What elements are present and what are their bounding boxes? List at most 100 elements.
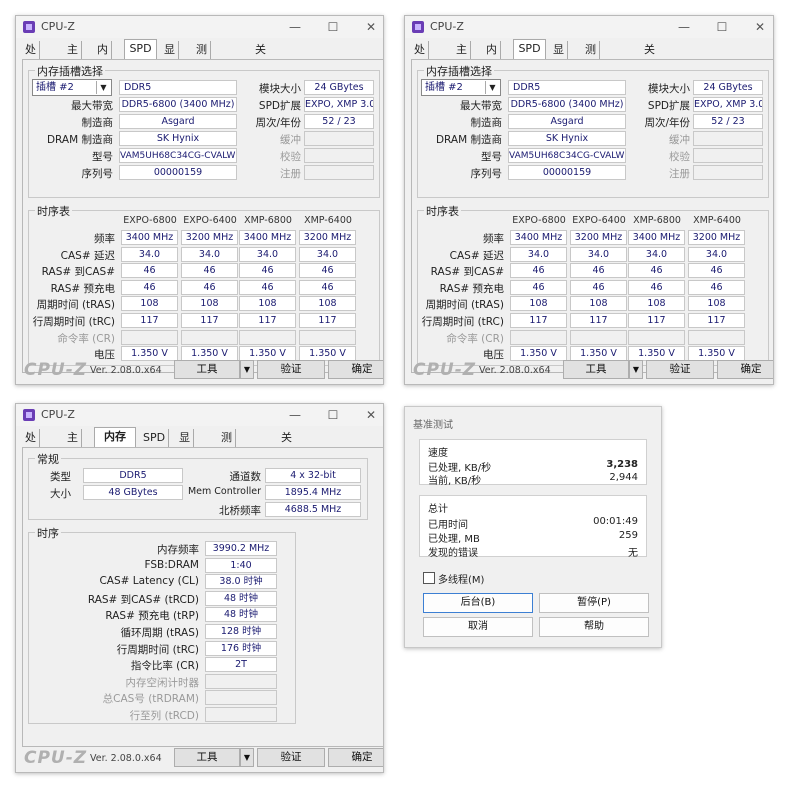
ok-button[interactable]: 确定 — [328, 748, 383, 767]
maximize-button[interactable]: ☐ — [318, 18, 348, 36]
bottom-bar: CPU-Z Ver. 2.08.0.x64 工具 ▼ 验证 确定 — [405, 357, 773, 384]
pause-button[interactable]: 暂停(P) — [539, 593, 649, 613]
tab-memory[interactable]: 内存 — [483, 41, 501, 74]
tab-memory[interactable]: 内存 — [94, 41, 112, 74]
channels-label: 通道数 — [229, 471, 262, 483]
tab-memory[interactable]: 内存 — [94, 427, 136, 447]
tools-button[interactable]: 工具 — [563, 360, 629, 379]
maximize-button[interactable]: ☐ — [318, 406, 348, 424]
ranks-label: 注册 — [280, 168, 301, 180]
title-bar[interactable]: CPU-Z — ☐ ✕ — [405, 16, 773, 38]
tab-bench[interactable]: 测试分数 — [193, 41, 211, 110]
errors-row: 发现的错误 无 — [428, 544, 638, 559]
size-label: 大小 — [50, 488, 71, 500]
timing-cell: 46 — [299, 263, 356, 279]
mem-controller-label: Mem Controller — [187, 486, 261, 497]
tools-button[interactable]: 工具 — [174, 360, 240, 379]
timing-table-title: 时序表 — [424, 203, 461, 219]
timing-cell: 117 — [510, 313, 567, 328]
timing-cell — [570, 329, 627, 345]
tab-mainboard[interactable]: 主板 — [453, 41, 471, 74]
time-row: 已用时间 00:01:49 — [428, 516, 638, 531]
timing-cell: 46 — [121, 279, 178, 295]
close-button[interactable]: ✕ — [745, 18, 773, 36]
tools-dropdown-button[interactable]: ▼ — [629, 360, 643, 379]
buffered-label: 缓冲 — [280, 134, 301, 146]
max-bandwidth-label: 最大带宽 — [71, 100, 113, 112]
timing-column-header: XMP-6400 — [693, 215, 741, 226]
tab-mainboard[interactable]: 主板 — [64, 41, 82, 74]
tab-about[interactable]: 关于 — [252, 41, 269, 74]
bottom-bar: CPU-Z Ver. 2.08.0.x64 工具 ▼ 验证 确定 — [16, 357, 383, 384]
tab-spd[interactable]: SPD — [124, 39, 157, 59]
multithread-label[interactable]: 多线程(M) — [438, 571, 484, 586]
memory-timing-value — [205, 690, 277, 706]
memory-timing-value: 1:40 — [205, 557, 277, 573]
slot-select[interactable]: 插槽 #2 ▼ — [421, 79, 501, 96]
tab-bench[interactable]: 测试分数 — [218, 429, 236, 498]
minimize-button[interactable]: — — [669, 18, 699, 36]
tab-about[interactable]: 关于 — [641, 41, 658, 74]
speed-box: 速度 已处理, KB/秒 3,238 当前, KB/秒 2,944 — [419, 439, 647, 487]
slot-select[interactable]: 插槽 #2 ▼ — [32, 79, 112, 96]
memory-timing-label: 行周期时间 (tRC) — [116, 643, 199, 656]
speed-title: 速度 — [428, 448, 448, 459]
ok-button[interactable]: 确定 — [328, 360, 383, 379]
multithread-checkbox[interactable] — [423, 572, 435, 584]
tab-cpu[interactable]: 处理器 — [22, 429, 40, 480]
tools-dropdown-button[interactable]: ▼ — [240, 360, 254, 379]
tab-spd[interactable]: SPD — [513, 39, 546, 59]
tab-spd[interactable]: SPD — [140, 429, 170, 447]
tab-graphics[interactable]: 显卡 — [161, 41, 179, 74]
minimize-button[interactable]: — — [280, 18, 310, 36]
memory-timing-label: 循环周期 (tRAS) — [120, 627, 199, 639]
validate-button[interactable]: 验证 — [257, 360, 325, 379]
memory-timing-label: CAS# Latency (CL) — [99, 575, 199, 588]
timing-column-header: EXPO-6400 — [183, 215, 237, 226]
close-button[interactable]: ✕ — [356, 18, 383, 36]
timing-cell: 108 — [628, 296, 685, 312]
memory-timing-value: 128 时钟 — [205, 624, 277, 639]
title-bar[interactable]: CPU-Z — ☐ ✕ — [16, 16, 383, 38]
close-button[interactable]: ✕ — [356, 406, 383, 424]
tab-cpu[interactable]: 处理器 — [22, 41, 40, 92]
timing-cell: 108 — [121, 296, 178, 312]
timing-cell: 117 — [239, 313, 296, 328]
timing-cell: 3200 MHz — [299, 230, 356, 245]
help-button[interactable]: 帮助 — [539, 617, 649, 637]
window-title: CPU-Z — [430, 20, 464, 33]
cancel-button[interactable]: 取消 — [423, 617, 533, 637]
timing-cell: 108 — [510, 296, 567, 312]
timing-cell: 117 — [628, 313, 685, 328]
validate-button[interactable]: 验证 — [646, 360, 714, 379]
tab-graphics[interactable]: 显卡 — [176, 429, 194, 462]
maximize-button[interactable]: ☐ — [707, 18, 737, 36]
slot-group-title: 内存插槽选择 — [424, 63, 494, 79]
minimize-button[interactable]: — — [280, 406, 310, 424]
timing-cell: 34.0 — [510, 246, 567, 262]
timing-cell: 46 — [239, 279, 296, 295]
tools-dropdown-button[interactable]: ▼ — [240, 748, 254, 767]
validate-button[interactable]: 验证 — [257, 748, 325, 767]
tab-graphics[interactable]: 显卡 — [550, 41, 568, 74]
memory-type: DDR5 — [119, 80, 237, 95]
tab-mainboard[interactable]: 主板 — [64, 429, 82, 462]
serial-value: 00000159 — [119, 165, 237, 180]
cpuz-logo: CPU-Z — [24, 360, 88, 380]
background-button[interactable]: 后台(B) — [423, 593, 533, 613]
tab-cpu[interactable]: 处理器 — [411, 41, 429, 92]
max-bandwidth-value: DDR5-6800 (3400 MHz) — [508, 97, 626, 112]
timing-cell: 3400 MHz — [510, 230, 567, 245]
tools-button[interactable]: 工具 — [174, 748, 240, 767]
week-year-value: 52 / 23 — [304, 114, 374, 129]
timing-column-header: EXPO-6800 — [123, 215, 177, 226]
timing-cell: 3400 MHz — [121, 230, 178, 245]
timings-group-title: 时序 — [35, 525, 61, 541]
tab-bench[interactable]: 测试分数 — [582, 41, 600, 110]
ok-button[interactable]: 确定 — [717, 360, 773, 379]
timing-cell — [628, 329, 685, 345]
version-label: Ver. 2.08.0.x64 — [90, 753, 162, 764]
tab-about[interactable]: 关于 — [278, 429, 295, 462]
manufacturer-value: Asgard — [119, 114, 237, 129]
title-bar[interactable]: CPU-Z — ☐ ✕ — [16, 404, 383, 426]
